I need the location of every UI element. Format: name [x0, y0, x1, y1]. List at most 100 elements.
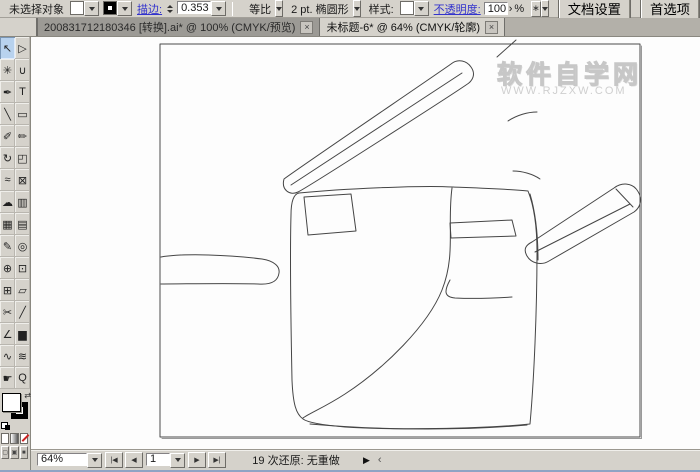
stroke-color-combo[interactable] — [103, 1, 132, 16]
separator — [232, 2, 233, 16]
style-dropdown[interactable] — [414, 1, 429, 16]
graph-tool[interactable]: ▥ — [15, 191, 30, 213]
opacity-field[interactable]: 100 — [484, 2, 508, 15]
scale-tool[interactable]: ◰ — [15, 147, 30, 169]
stroke-panel-link[interactable]: 描边: — [137, 1, 162, 17]
sketch-pocket-right — [450, 220, 516, 238]
lasso-tool[interactable]: ∪ — [15, 59, 30, 81]
stroke-weight-combo[interactable]: 0.353 — [177, 1, 226, 16]
slice-tool[interactable]: ▱ — [15, 279, 30, 301]
fill-color-box[interactable] — [2, 393, 21, 412]
document-setup-button[interactable]: 文档设置 — [558, 0, 631, 20]
last-page-button[interactable]: ▶| — [208, 452, 226, 468]
style-combo[interactable] — [400, 1, 429, 16]
previous-page-button[interactable]: ◀ — [125, 452, 143, 468]
live-paint-bucket-tool[interactable]: ⊕ — [0, 257, 15, 279]
knife-tool[interactable]: ╱ — [15, 301, 30, 323]
document-tab-1[interactable]: 200831712180346 [转换].ai* @ 100% (CMYK/预览… — [38, 18, 320, 36]
stroke-dropdown-button[interactable] — [117, 1, 132, 16]
rectangle-tool[interactable]: ▭ — [15, 103, 30, 125]
warp-tool[interactable]: ≈ — [0, 169, 15, 191]
brush-definition-label: 2 pt. 椭圆形 — [291, 1, 348, 17]
next-page-button[interactable]: ▶ — [188, 452, 206, 468]
tab-close-icon[interactable]: × — [300, 21, 313, 34]
hand-tool[interactable]: ☛ — [0, 367, 15, 389]
column-graph-tool[interactable]: ▆ — [15, 323, 30, 345]
sketch-stick-top — [283, 61, 473, 194]
opacity-step-icon[interactable]: › — [509, 3, 513, 15]
preferences-button[interactable]: 首选项 — [640, 0, 700, 20]
pen-tool[interactable]: ✒ — [0, 81, 15, 103]
free-transform-tool[interactable]: ⊠ — [15, 169, 30, 191]
recolor-artwork-icon[interactable]: ∗ — [531, 1, 541, 17]
control-bar: 未选择对象 描边: 0.353 等比 2 pt. 椭圆形 样式: 不透明度: — [0, 0, 700, 18]
extra-options-dropdown[interactable] — [541, 0, 549, 17]
chevron-down-icon — [354, 7, 360, 11]
sketch-s-curve — [303, 188, 452, 418]
zoom-level-field[interactable]: 64% — [37, 453, 87, 466]
envelope-tool[interactable]: ∿ — [0, 345, 15, 367]
blend-tool[interactable]: ◎ — [15, 235, 30, 257]
stroke-weight-field[interactable]: 0.353 — [177, 1, 211, 14]
zoom-combo[interactable]: 64% — [37, 453, 102, 468]
gradient-tool[interactable]: ▤ — [15, 213, 30, 235]
scissors-tool[interactable]: ✂ — [0, 301, 15, 323]
color-fill-button[interactable] — [1, 433, 9, 444]
symbol-sprayer-tool[interactable]: ☁ — [0, 191, 15, 213]
swap-fill-stroke-icon[interactable]: ⇄ — [24, 391, 31, 400]
measure-tool[interactable]: ∠ — [0, 323, 15, 345]
document-canvas[interactable]: 软件自学网 WWW.RJZXW.COM — [31, 37, 700, 449]
stepper-down-icon[interactable] — [167, 10, 173, 13]
paintbrush-tool[interactable]: ✐ — [0, 125, 15, 147]
wrinkle-tool[interactable]: ≋ — [15, 345, 30, 367]
opacity-panel-link[interactable]: 不透明度: — [434, 1, 481, 17]
fill-stroke-indicator: ⇄ — [0, 391, 31, 431]
page-number-field[interactable]: 1 — [146, 453, 170, 466]
tab-label: 200831712180346 [转换].ai* @ 100% (CMYK/预览… — [44, 19, 295, 35]
stroke-swatch-icon[interactable] — [103, 1, 117, 15]
fullscreen-button[interactable]: ■ — [20, 446, 28, 459]
gradient-fill-button[interactable] — [10, 433, 18, 444]
zoom-dropdown[interactable] — [87, 453, 102, 468]
rotate-tool[interactable]: ↻ — [0, 147, 15, 169]
zoom-tool[interactable]: Q — [15, 367, 30, 389]
live-paint-selection-tool[interactable]: ⊡ — [15, 257, 30, 279]
style-swatch-icon[interactable] — [400, 1, 414, 15]
chevron-down-icon — [542, 7, 548, 11]
stepper-up-icon[interactable] — [167, 5, 173, 8]
line-segment-tool[interactable]: ╲ — [0, 103, 15, 125]
crop-area-tool[interactable]: ⊞ — [0, 279, 15, 301]
page-dropdown[interactable] — [170, 453, 185, 468]
stroke-weight-dropdown[interactable] — [211, 1, 226, 16]
first-page-button[interactable]: |◀ — [105, 452, 123, 468]
standard-screen-button[interactable]: ▢ — [1, 446, 9, 459]
none-fill-button[interactable] — [20, 433, 28, 444]
toolbox-grid: ↖▷✳∪✒T╲▭✐✏↻◰≈⊠☁▥▦▤✎◎⊕⊡⊞▱✂╱∠▆∿≋☛Q — [0, 37, 30, 389]
screen-mode-row: ▢ ▣ ■ — [1, 446, 29, 459]
opacity-unit-label: % — [514, 3, 524, 15]
sketch-seam — [446, 280, 512, 298]
stroke-weight-stepper[interactable] — [167, 5, 173, 13]
fill-dropdown-button[interactable] — [84, 1, 99, 16]
pencil-tool[interactable]: ✏ — [15, 125, 30, 147]
fullscreen-menu-button[interactable]: ▣ — [10, 446, 18, 459]
mesh-tool[interactable]: ▦ — [0, 213, 15, 235]
selection-tool[interactable]: ↖ — [0, 37, 15, 59]
default-fill-stroke-icon[interactable] — [1, 422, 10, 430]
fill-swatch-icon[interactable] — [70, 1, 84, 15]
width-profile-dropdown[interactable] — [275, 0, 283, 17]
page-combo[interactable]: 1 — [146, 453, 185, 468]
chevron-down-icon — [89, 7, 95, 11]
status-menu-icon[interactable]: ▶ — [363, 455, 370, 466]
tab-close-icon[interactable]: × — [485, 21, 498, 34]
brush-definition-dropdown[interactable] — [353, 0, 361, 17]
fill-color-combo[interactable] — [70, 1, 99, 16]
eyedropper-tool[interactable]: ✎ — [0, 235, 15, 257]
document-tab-2[interactable]: 未标题-6* @ 64% (CMYK/轮廓)× — [320, 18, 505, 36]
artboard-border — [160, 44, 640, 437]
type-tool[interactable]: T — [15, 81, 30, 103]
status-text: 19 次还原: 无重做 — [237, 452, 355, 468]
magic-wand-tool[interactable]: ✳ — [0, 59, 15, 81]
direct-selection-tool[interactable]: ▷ — [15, 37, 30, 59]
width-profile-label: 等比 — [249, 1, 271, 17]
